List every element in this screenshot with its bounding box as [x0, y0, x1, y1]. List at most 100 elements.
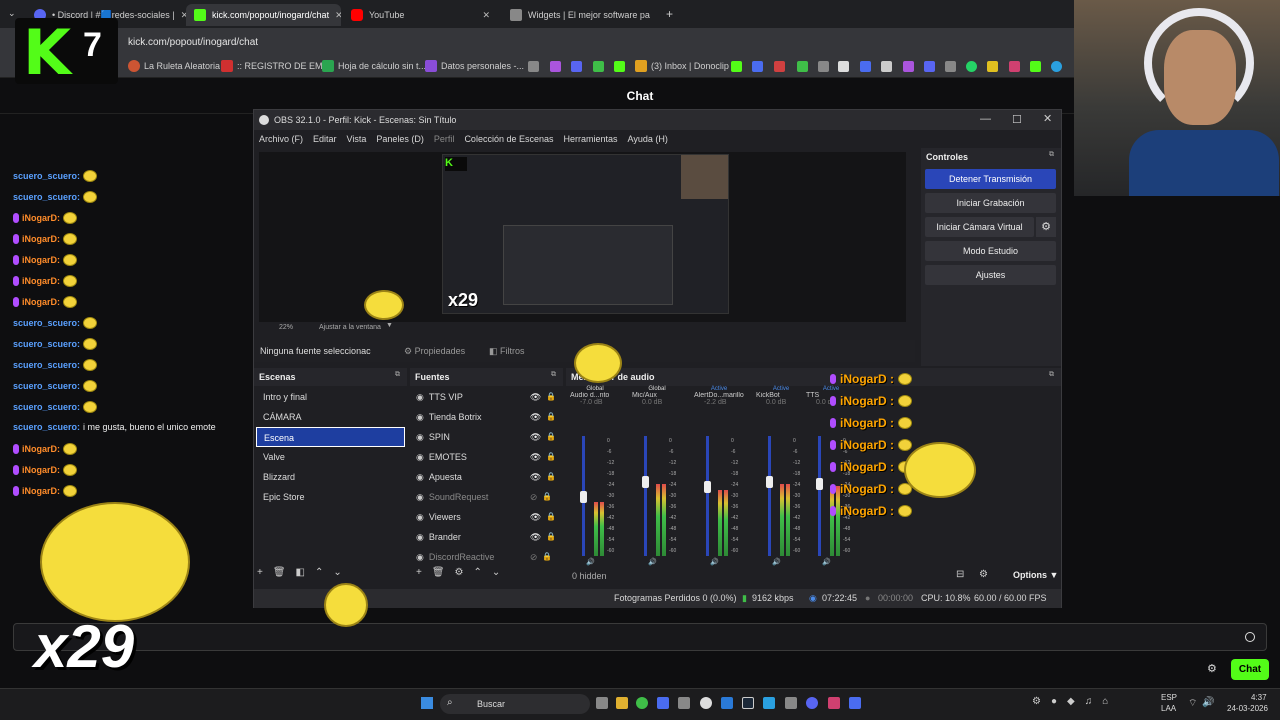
- eye-hidden-icon[interactable]: ⊘: [530, 547, 538, 567]
- app-icon[interactable]: [828, 697, 840, 709]
- settings-gear-icon[interactable]: ⚙: [1207, 662, 1217, 675]
- source-item[interactable]: ◉ DiscordReactive ⊘ 🔒: [412, 547, 557, 567]
- menu-archivo[interactable]: Archivo (F): [259, 130, 303, 148]
- zoom-fit[interactable]: Ajustar a la ventana: [319, 324, 381, 331]
- volume-fader[interactable]: [816, 436, 823, 556]
- fader-knob[interactable]: [704, 481, 711, 493]
- app-icon[interactable]: [721, 697, 733, 709]
- tab-kick-chat[interactable]: kick.com/popout/inogard/chat ✕: [186, 4, 341, 26]
- scene-item[interactable]: CÁMARA: [256, 407, 405, 427]
- virtual-camera-gear-icon[interactable]: ⚙: [1036, 217, 1056, 237]
- minimize-button[interactable]: —: [980, 113, 991, 125]
- volume-fader[interactable]: [766, 436, 773, 556]
- lang[interactable]: ESP: [1161, 693, 1177, 702]
- bookmark-hoja[interactable]: Hoja de cálculo sin t...: [322, 60, 426, 72]
- arrow-up-icon[interactable]: ⌃: [315, 567, 323, 578]
- taskbar-search[interactable]: Buscar: [440, 694, 590, 714]
- arrow-down-icon[interactable]: ⌄: [492, 567, 500, 578]
- chrome-icon[interactable]: [636, 697, 648, 709]
- extension-icon[interactable]: [945, 61, 956, 72]
- extension-icon[interactable]: [987, 61, 998, 72]
- chat-username[interactable]: iNogarD:: [22, 213, 60, 223]
- wifi-icon[interactable]: ⌔: [1188, 697, 1197, 710]
- mute-icon[interactable]: 🔊: [710, 558, 719, 566]
- extension-icon[interactable]: [550, 61, 561, 72]
- eye-icon[interactable]: 👁: [530, 427, 541, 447]
- eye-icon[interactable]: 👁: [530, 447, 541, 467]
- extension-icon[interactable]: [797, 61, 808, 72]
- chevron-down-icon[interactable]: ▼: [386, 322, 393, 329]
- eye-icon[interactable]: 👁: [530, 507, 541, 527]
- extension-icon[interactable]: [731, 61, 742, 72]
- lock-icon[interactable]: 🔒: [546, 527, 556, 547]
- app-icon[interactable]: [785, 697, 797, 709]
- scene-item[interactable]: Valve: [256, 447, 405, 467]
- undock-icon[interactable]: ⧉: [551, 371, 556, 379]
- menu-coleccion[interactable]: Colección de Escenas: [464, 130, 553, 148]
- source-item[interactable]: ◉ Viewers 👁 🔒: [412, 507, 557, 527]
- send-chat-button[interactable]: Chat: [1231, 659, 1269, 680]
- chat-username[interactable]: scuero_scuero:: [13, 171, 80, 181]
- chat-username[interactable]: scuero_scuero:: [13, 402, 80, 412]
- new-tab-button[interactable]: +: [666, 7, 673, 21]
- tray-icons[interactable]: ⚙●◆♫⌂: [1032, 696, 1118, 707]
- mixer-settings-icon[interactable]: ⚙: [979, 569, 988, 580]
- extension-icon[interactable]: [881, 61, 892, 72]
- menu-perfil[interactable]: Perfil: [434, 130, 455, 148]
- folder-icon[interactable]: [616, 697, 628, 709]
- chat-input[interactable]: [13, 623, 1267, 651]
- extension-icon[interactable]: [860, 61, 871, 72]
- bookmark-datos[interactable]: Datos personales -...: [425, 60, 524, 72]
- app-icon[interactable]: [657, 697, 669, 709]
- mute-icon[interactable]: 🔊: [586, 558, 595, 566]
- eye-icon[interactable]: 👁: [530, 467, 541, 487]
- lock-icon[interactable]: 🔒: [546, 427, 556, 447]
- scene-item[interactable]: Blizzard: [256, 467, 405, 487]
- source-item[interactable]: ◉ EMOTES 👁 🔒: [412, 447, 557, 467]
- lock-icon[interactable]: 🔒: [546, 467, 556, 487]
- extension-icon[interactable]: [1009, 61, 1020, 72]
- undock-icon[interactable]: ⧉: [395, 371, 400, 379]
- lock-icon[interactable]: 🔒: [546, 507, 556, 527]
- mute-icon[interactable]: 🔊: [648, 558, 657, 566]
- undock-icon[interactable]: ⧉: [1049, 371, 1054, 379]
- chat-username[interactable]: scuero_scuero:: [13, 192, 80, 202]
- chat-username[interactable]: iNogarD:: [22, 255, 60, 265]
- obs-preview[interactable]: K x29: [259, 152, 906, 322]
- extension-icon[interactable]: [571, 61, 582, 72]
- channel-name[interactable]: Mic/Aux: [628, 392, 686, 399]
- lock-icon[interactable]: 🔒: [546, 447, 556, 467]
- extension-icon[interactable]: [924, 61, 935, 72]
- menu-paneles[interactable]: Paneles (D): [376, 130, 424, 148]
- close-button[interactable]: ✕: [1043, 112, 1052, 125]
- gear-icon[interactable]: ⚙: [455, 567, 464, 578]
- discord-icon[interactable]: [806, 697, 818, 709]
- app-icon[interactable]: [678, 697, 690, 709]
- bookmark-ruleta[interactable]: La Ruleta Aleatoria: [128, 60, 220, 72]
- trash-icon[interactable]: 🗑: [432, 567, 445, 578]
- chat-username[interactable]: scuero_scuero:: [13, 381, 80, 391]
- lock-icon[interactable]: 🔒: [542, 487, 552, 507]
- menu-editar[interactable]: Editar: [313, 130, 337, 148]
- volume-fader[interactable]: [704, 436, 711, 556]
- chat-username[interactable]: iNogarD:: [22, 486, 60, 496]
- channel-name[interactable]: AlertDo...marillo: [690, 392, 748, 399]
- source-item[interactable]: ◉ SPIN 👁 🔒: [412, 427, 557, 447]
- close-icon[interactable]: ✕: [335, 10, 341, 21]
- extension-icon[interactable]: [593, 61, 604, 72]
- source-item[interactable]: ◉ TTS VIP 👁 🔒: [412, 387, 557, 407]
- chat-username[interactable]: scuero_scuero:: [13, 339, 80, 349]
- task-view-icon[interactable]: [596, 697, 608, 709]
- fader-knob[interactable]: [766, 476, 773, 488]
- eye-icon[interactable]: 👁: [530, 407, 541, 427]
- source-item[interactable]: ◉ Apuesta 👁 🔒: [412, 467, 557, 487]
- chat-username[interactable]: scuero_scuero:: [13, 318, 80, 328]
- chat-username[interactable]: iNogarD:: [22, 444, 60, 454]
- source-item[interactable]: ◉ Brander 👁 🔒: [412, 527, 557, 547]
- trash-icon[interactable]: 🗑: [273, 567, 286, 578]
- volume-icon[interactable]: 🔊: [1202, 697, 1214, 708]
- extension-icon[interactable]: [774, 61, 785, 72]
- app-icon[interactable]: [849, 697, 861, 709]
- fader-knob[interactable]: [642, 476, 649, 488]
- menu-vista[interactable]: Vista: [347, 130, 367, 148]
